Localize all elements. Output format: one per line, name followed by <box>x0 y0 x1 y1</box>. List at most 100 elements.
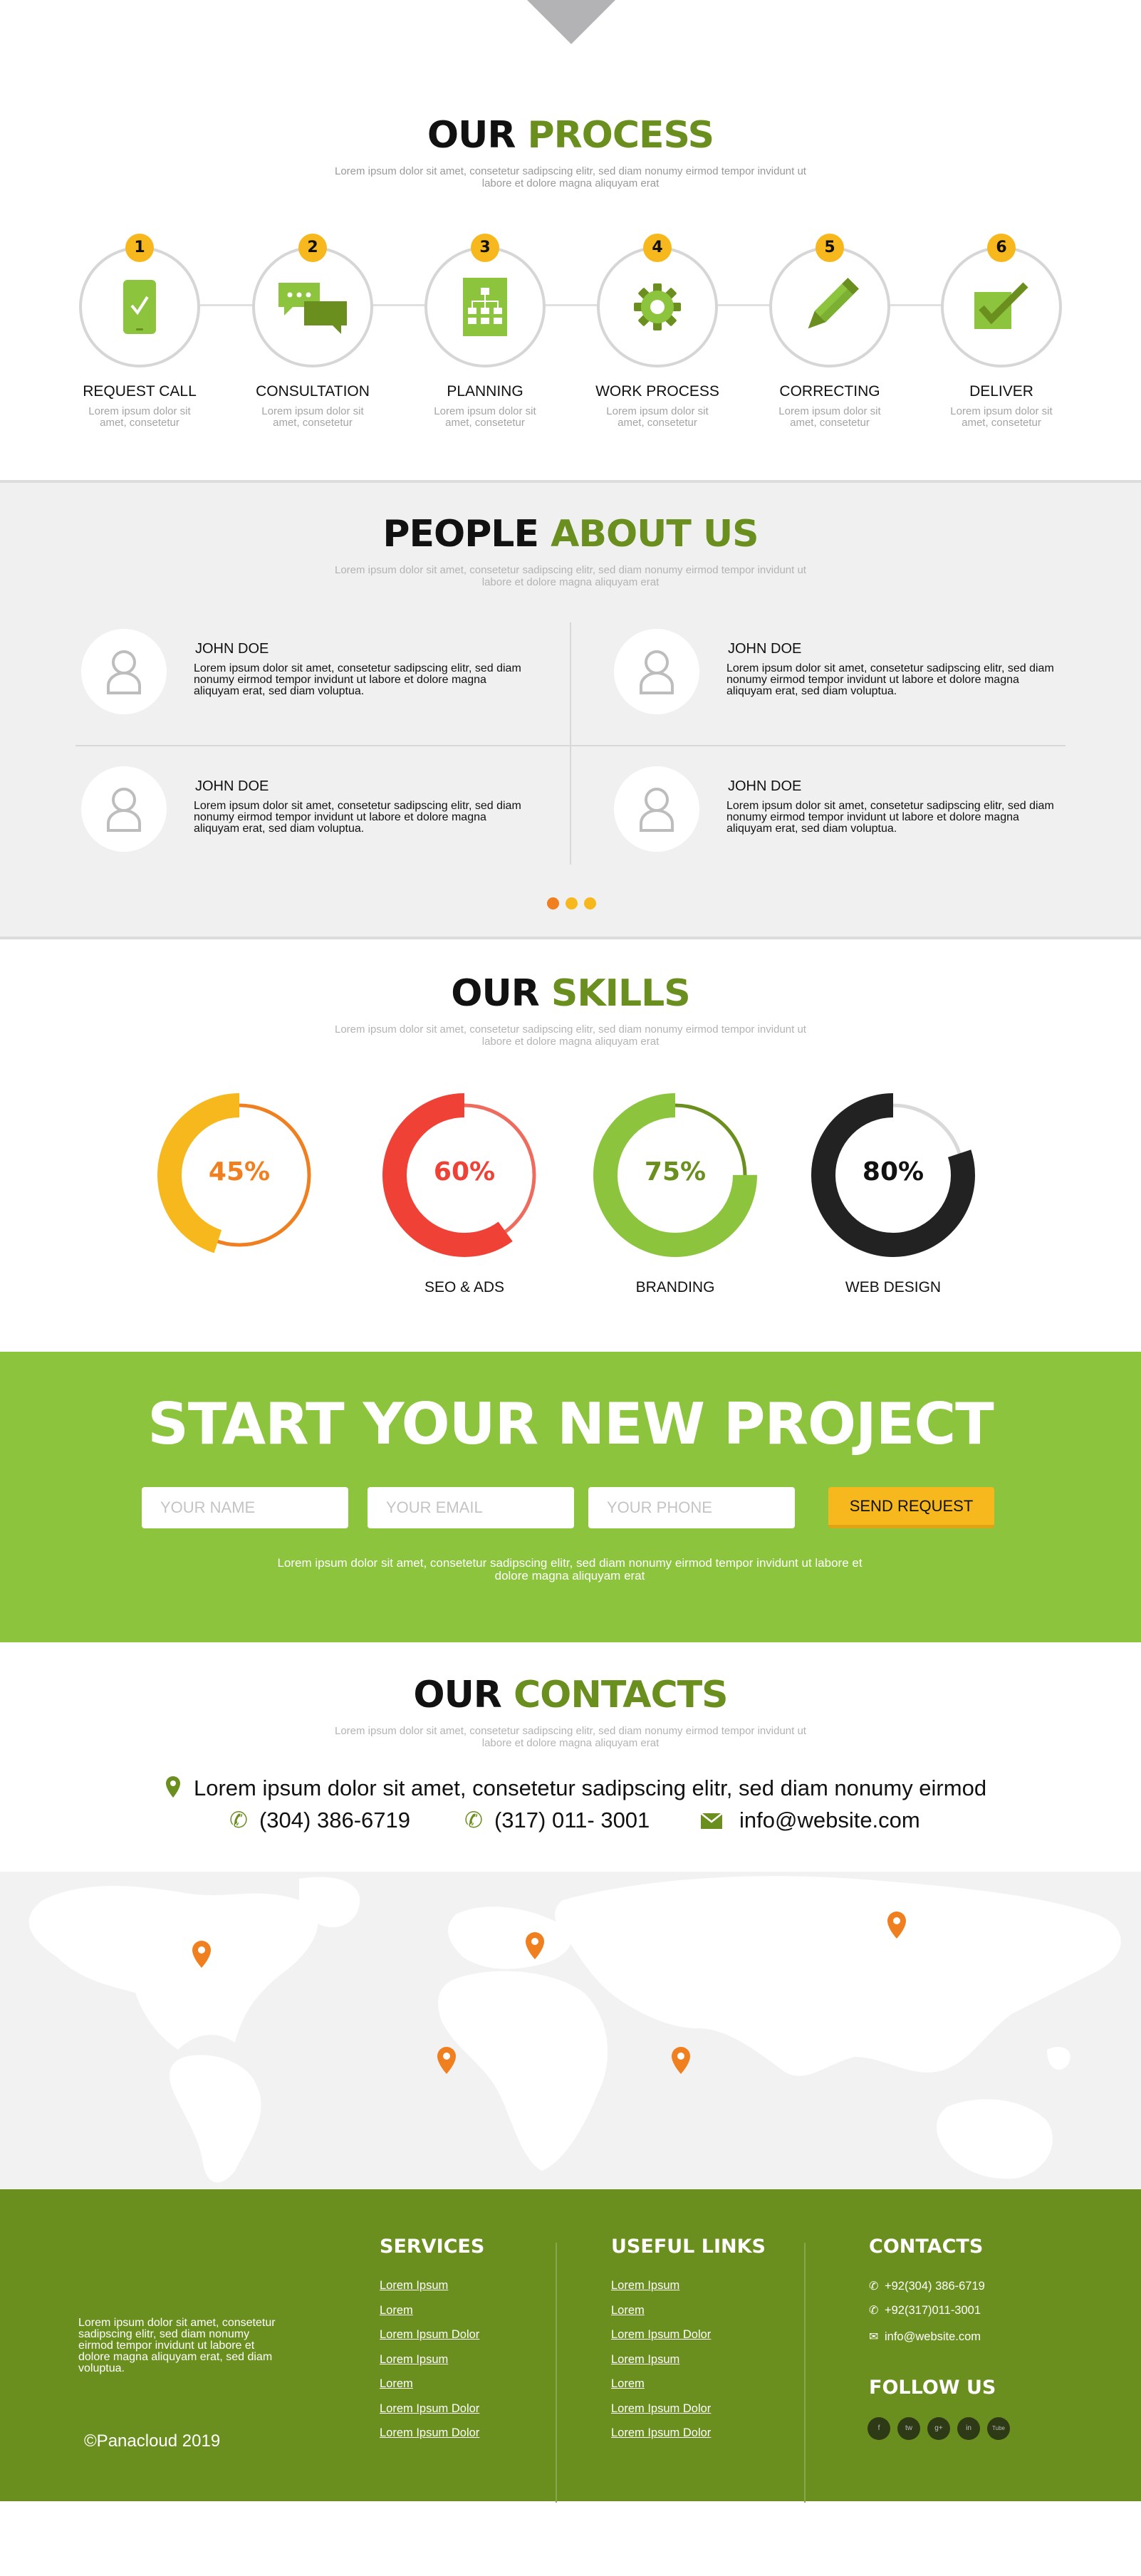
footer-services-link[interactable]: Lorem Ipsum Dolor <box>380 2402 479 2415</box>
step-label: REQUEST CALL <box>83 383 197 400</box>
process-step-circle: 5 <box>769 234 890 367</box>
footer-phone-1-text[interactable]: +92(304) 386-6719 <box>885 2280 985 2293</box>
footer: Lorem ipsum dolor sit amet, consetetur s… <box>0 2189 1141 2503</box>
carousel-dot-2[interactable] <box>566 897 578 909</box>
testimonial-card: JOHN DOE Lorem ipsum dolor sit amet, con… <box>81 766 580 866</box>
step-number-badge: 5 <box>816 234 844 262</box>
step-desc: Lorem ipsum dolor sit amet, consetetur <box>88 405 191 429</box>
map-pin-icon[interactable] <box>437 2046 457 2075</box>
process-step-circle: 4 <box>597 234 718 367</box>
footer-services-link[interactable]: Lorem <box>380 2304 413 2317</box>
footer-useful-link[interactable]: Lorem Ipsum <box>611 2279 679 2292</box>
avatar <box>81 766 167 852</box>
skill-gauge: 75% BRANDING <box>590 1090 761 1296</box>
skill-label: WEB DESIGN <box>845 1279 942 1295</box>
skill-label <box>154 1279 325 1296</box>
process-title: OUR PROCESS <box>0 114 1141 157</box>
carousel-dot-3[interactable] <box>584 897 596 909</box>
address-line: Lorem ipsum dolor sit amet, consetetur s… <box>165 1775 986 1801</box>
process-step-1: 1 REQUEST CALL Lorem ipsum dolor sit ame… <box>68 234 211 429</box>
contacts-title-part1: OUR <box>413 1674 501 1716</box>
user-avatar-icon <box>640 650 674 694</box>
google-plus-icon[interactable]: g+ <box>927 2417 950 2440</box>
skill-gauge: 60% SEO & ADS <box>379 1090 550 1296</box>
email-input[interactable] <box>368 1487 574 1528</box>
footer-email-text[interactable]: info@website.com <box>885 2330 981 2343</box>
contacts-title-part2: CONTACTS <box>513 1674 729 1716</box>
footer-follow-heading: FOLLOW US <box>869 2377 996 2399</box>
step-number-badge: 6 <box>987 234 1016 262</box>
person-name: JOHN DOE <box>728 778 802 794</box>
sitemap-document-icon <box>463 278 507 336</box>
checkbox-icon <box>974 282 1028 329</box>
user-avatar-icon <box>107 788 141 832</box>
step-label: WORK PROCESS <box>595 383 719 400</box>
map-pin-icon[interactable] <box>671 2046 691 2075</box>
youtube-icon[interactable]: Tube <box>987 2417 1010 2440</box>
email-text[interactable]: info@website.com <box>739 1808 920 1832</box>
email-line: info@website.com <box>700 1808 920 1833</box>
chat-bubbles-icon <box>278 283 347 334</box>
user-avatar-icon <box>107 650 141 694</box>
step-label: PLANNING <box>447 383 523 400</box>
person-name: JOHN DOE <box>195 778 269 794</box>
skills-subtitle: Lorem ipsum dolor sit amet, consetetur s… <box>335 1023 806 1048</box>
footer-useful-link[interactable]: Lorem <box>611 2304 645 2317</box>
people-horizontal-divider <box>75 745 1066 746</box>
phone-1-text[interactable]: (304) 386-6719 <box>259 1808 410 1832</box>
testimonial-card: JOHN DOE Lorem ipsum dolor sit amet, con… <box>614 629 1113 729</box>
footer-useful-link[interactable]: Lorem Ipsum <box>611 2353 679 2366</box>
footer-services-link[interactable]: Lorem Ipsum Dolor <box>380 2426 479 2439</box>
footer-services-link[interactable]: Lorem <box>380 2377 413 2390</box>
footer-services-heading: SERVICES <box>380 2236 485 2258</box>
phone-2-text[interactable]: (317) 011- 3001 <box>494 1808 650 1832</box>
step-desc: Lorem ipsum dolor sit amet, consetetur <box>261 405 364 429</box>
gear-icon <box>634 283 681 330</box>
footer-useful-link[interactable]: Lorem <box>611 2377 645 2390</box>
footer-useful-link[interactable]: Lorem Ipsum Dolor <box>611 2426 711 2439</box>
person-quote: Lorem ipsum dolor sit amet, consetetur s… <box>194 800 521 835</box>
carousel-dot-1[interactable] <box>547 897 559 909</box>
process-subtitle: Lorem ipsum dolor sit amet, consetetur s… <box>335 165 806 189</box>
world-map-graphic <box>28 1876 1121 2183</box>
process-title-part2: PROCESS <box>527 114 714 157</box>
name-input[interactable] <box>142 1487 348 1528</box>
phone-input[interactable] <box>588 1487 795 1528</box>
footer-divider <box>556 2243 557 2503</box>
pencil-icon <box>808 277 860 329</box>
facebook-icon[interactable]: f <box>868 2417 890 2440</box>
map-pin-icon[interactable] <box>192 1940 212 1968</box>
footer-services-link[interactable]: Lorem Ipsum <box>380 2279 448 2292</box>
footer-useful-link[interactable]: Lorem Ipsum Dolor <box>611 2328 711 2341</box>
step-number-badge: 4 <box>643 234 672 262</box>
skills-title-part1: OUR <box>451 972 539 1015</box>
footer-useful-link[interactable]: Lorem Ipsum Dolor <box>611 2402 711 2415</box>
footer-phone-1: ✆ +92(304) 386-6719 <box>869 2279 985 2293</box>
skills-title: OUR SKILLS <box>0 972 1141 1015</box>
people-subtitle: Lorem ipsum dolor sit amet, consetetur s… <box>335 564 806 588</box>
step-desc: Lorem ipsum dolor sit amet, consetetur <box>950 405 1053 429</box>
linkedin-icon[interactable]: in <box>957 2417 980 2440</box>
footer-copyright: ©Panacloud 2019 <box>84 2431 221 2451</box>
smartphone-check-icon <box>123 280 156 334</box>
process-title-part1: OUR <box>427 114 516 157</box>
skills-section: OUR SKILLS Lorem ipsum dolor sit amet, c… <box>0 972 1141 1048</box>
phone-icon: ✆ <box>869 2305 879 2317</box>
skill-percent: 45% <box>208 1157 271 1187</box>
process-step-circle: 2 <box>252 234 373 367</box>
person-quote: Lorem ipsum dolor sit amet, consetetur s… <box>726 662 1054 697</box>
send-request-button[interactable]: SEND REQUEST <box>828 1487 994 1528</box>
map-pin-icon[interactable] <box>887 1911 907 1939</box>
person-name: JOHN DOE <box>728 641 802 657</box>
testimonial-card: JOHN DOE Lorem ipsum dolor sit amet, con… <box>614 766 1113 866</box>
map-pin-icon[interactable] <box>525 1931 545 1960</box>
footer-services-link[interactable]: Lorem Ipsum Dolor <box>380 2328 479 2341</box>
footer-services-link[interactable]: Lorem Ipsum <box>380 2353 448 2366</box>
phone-icon: ✆ <box>464 1808 483 1832</box>
process-step-4: 4 WORK PROCESS Lorem ipsum dolor sit ame… <box>586 234 729 429</box>
twitter-icon[interactable]: tw <box>897 2417 920 2440</box>
phone-icon: ✆ <box>869 2280 879 2293</box>
footer-useful-heading: USEFUL LINKS <box>611 2236 766 2258</box>
footer-phone-2-text[interactable]: +92(317)011-3001 <box>885 2304 981 2317</box>
envelope-icon <box>700 1813 723 1829</box>
